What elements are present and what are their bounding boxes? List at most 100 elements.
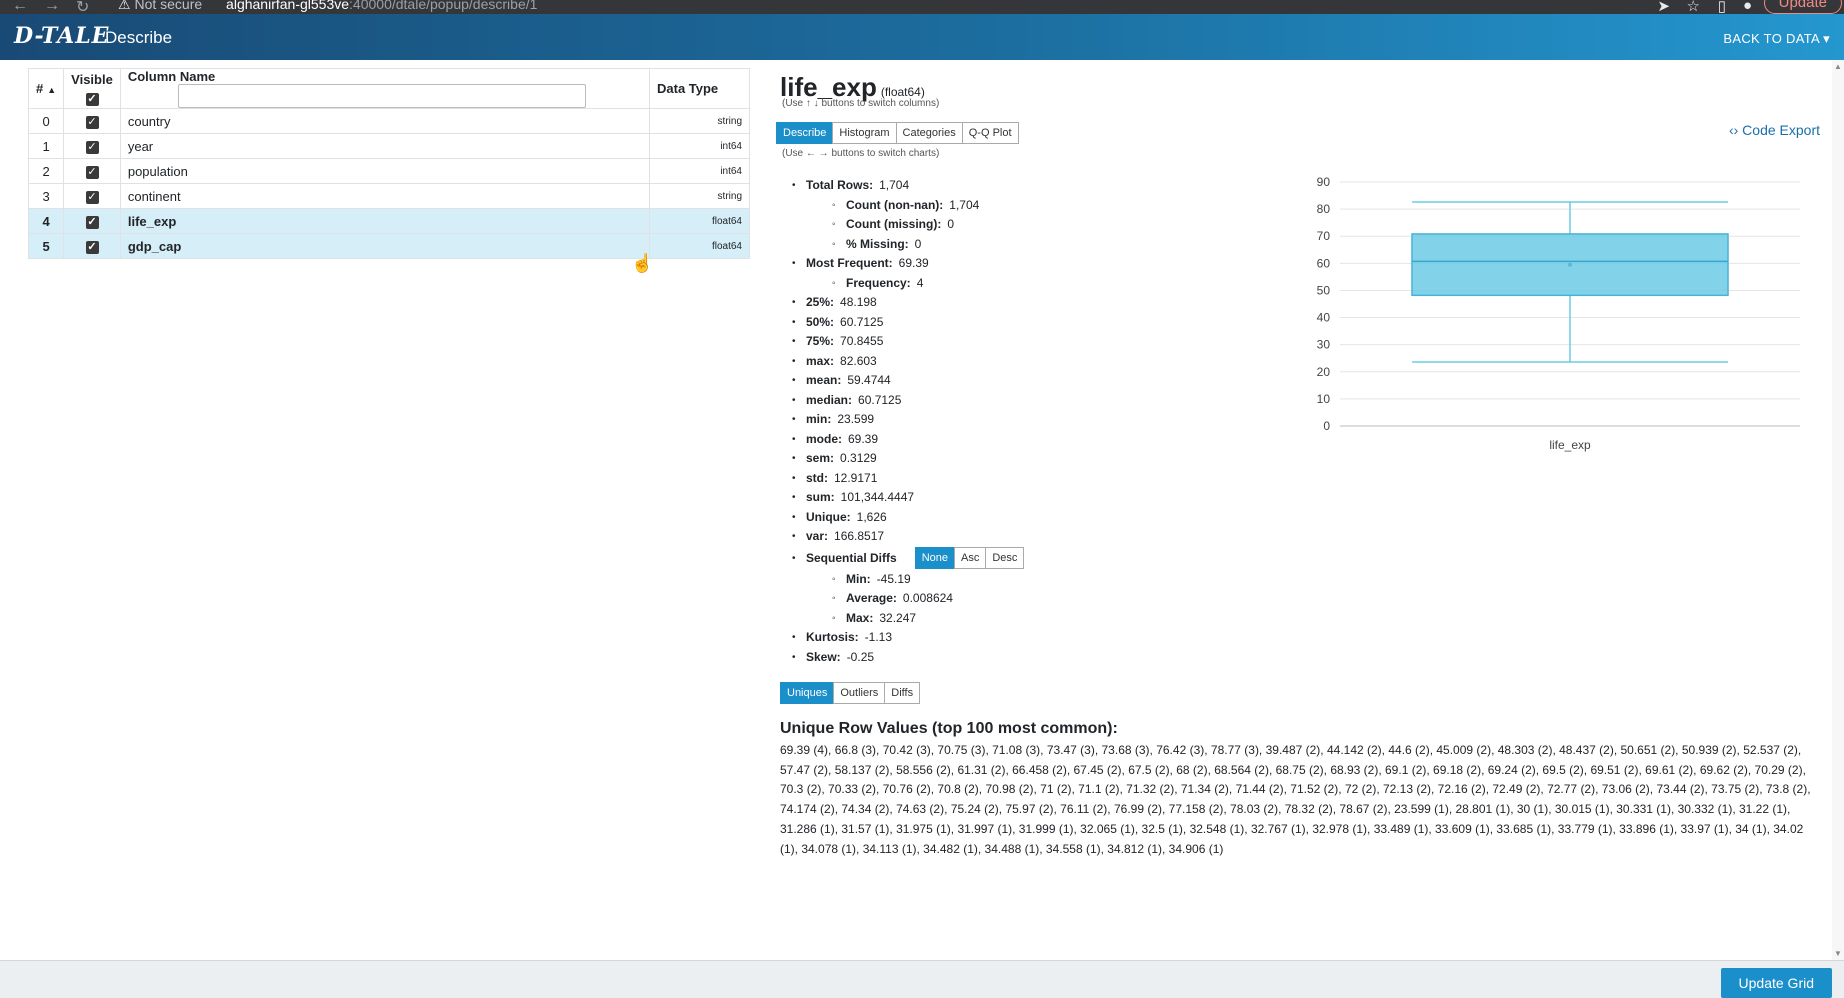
visible-all-checkbox[interactable]: ✓ [85,92,99,106]
visible-checkbox[interactable]: ✓ [85,216,99,229]
row-visible-cell: ✓ [63,108,121,134]
stat-value: 69.39 [898,256,929,270]
stat-label: Unique: [806,509,851,524]
avatar-icon[interactable]: ● [1743,0,1752,14]
stat-skew: Skew: -0.25 [792,648,1023,668]
stat-label: Skew: [806,649,841,664]
stat-value: 60.7125 [858,392,902,407]
y-tick-label: 60 [1317,256,1331,270]
column-row-selected[interactable]: 4 ✓ life_exp float64 [27,208,750,234]
unique-values-title: Unique Row Values (top 100 most common): [780,720,1118,737]
row-column-name[interactable]: country [119,108,651,134]
warning-icon: ⚠ [118,0,131,12]
stat-std: std: 12.9171 [792,469,1023,489]
stat-sum: sum: 101,344.4447 [792,488,1023,508]
visible-checkbox[interactable]: ✓ [85,116,99,129]
page-title: Describe [105,28,173,47]
hand-cursor-icon: ☝ [631,253,654,273]
visible-checkbox[interactable]: ✓ [85,241,99,254]
stat-seq-average: Average: 0.008624 [806,589,1023,609]
code-export-link[interactable]: ‹› Code Export [1729,122,1820,138]
row-column-name[interactable]: population [119,158,651,184]
page-scrollbar[interactable]: ▲ ▼ [1832,60,1844,960]
footer-bar: Update Grid [0,960,1844,998]
tab-describe[interactable]: Describe [776,122,834,144]
values-tabs: Uniques Outliers Diffs [780,682,921,704]
column-row[interactable]: 0 ✓ country string [27,108,750,134]
stat-value: -0.25 [846,649,875,664]
tab-diffs[interactable]: Diffs [884,682,921,704]
back-to-data-button[interactable]: BACK TO DATA ▾ [1723,31,1830,47]
seq-desc-button[interactable]: Desc [985,547,1025,570]
stat-p25: 25%: 48.198 [792,293,1023,313]
tab-uniques[interactable]: Uniques [780,682,835,704]
stat-value: 32.247 [879,610,917,625]
scroll-up-icon[interactable]: ▲ [1834,62,1842,71]
visible-checkbox[interactable]: ✓ [85,166,99,179]
stat-median: median: 60.7125 [792,391,1023,411]
scroll-down-icon[interactable]: ▼ [1834,949,1842,958]
row-column-name[interactable]: gdp_cap [119,233,651,259]
stat-value: -45.19 [876,571,911,586]
column-filter-input[interactable] [177,84,586,108]
columns-table: # ▲ Visible ✓ Column Name Data Type 0 ✓ co… [27,68,750,259]
tab-outliers[interactable]: Outliers [833,682,886,704]
back-arrow-icon[interactable]: ← [12,0,28,15]
y-tick-label: 0 [1323,419,1330,433]
box-plot-svg: 0 10 20 30 40 50 60 70 80 90 life_exp [1317,175,1800,452]
stat-value: 23.599 [837,412,875,426]
stat-most-frequent: Most Frequent: 69.39 [792,254,1023,274]
stat-label: Kurtosis: [806,630,859,644]
index-header[interactable]: # ▲ [27,68,65,109]
row-visible-cell: ✓ [63,158,121,184]
stat-label: min: [806,412,832,426]
switch-columns-hint: (Use ↑ ↓ buttons to switch columns) [782,98,940,109]
row-index: 4 [27,208,65,234]
address-bar[interactable]: ⚠ Not secure alghanirfan-gl553ve:40000/d… [118,0,537,13]
stat-label: mode: [806,431,842,446]
dtale-logo[interactable]: D-TALE [14,23,109,49]
stat-value: 0.008624 [902,591,953,605]
seq-asc-button[interactable]: Asc [953,547,987,570]
sidepanel-icon[interactable]: ▯ [1718,0,1726,15]
stat-label: 25%: [806,295,835,309]
y-tick-label: 50 [1317,283,1331,297]
stat-max: max: 82.603 [792,352,1023,372]
forward-arrow-icon[interactable]: → [44,0,60,15]
browser-update-button[interactable]: Update [1763,0,1842,14]
stat-label: std: [806,470,828,485]
stat-seq-diffs: Sequential Diffs NoneAscDesc [792,547,1025,570]
y-tick-label: 90 [1317,175,1331,189]
stat-value: 101,344.4447 [840,490,915,504]
stat-label: var: [806,529,829,543]
update-grid-button[interactable]: Update Grid [1720,968,1832,998]
stat-var: var: 166.8517 [792,527,1023,547]
column-row[interactable]: 2 ✓ population int64 [27,158,750,184]
tab-categories[interactable]: Categories [895,122,963,144]
stat-value: 0.3129 [840,451,877,465]
chart-tabs: Describe Histogram Categories Q-Q Plot [776,122,1019,144]
tab-histogram[interactable]: Histogram [832,122,897,144]
send-icon[interactable]: ➤ [1657,0,1670,15]
stat-kurtosis: Kurtosis: -1.13 [792,628,1023,648]
row-column-name[interactable]: year [119,133,651,159]
column-row[interactable]: 3 ✓ continent string [27,183,750,209]
seq-none-button[interactable]: None [914,547,955,570]
star-icon[interactable]: ☆ [1687,0,1700,15]
stat-value: 60.7125 [840,314,884,329]
stat-count-missing: Count (missing): 0 [806,215,1023,235]
stat-value: 0 [914,236,922,251]
column-row[interactable]: 1 ✓ year int64 [27,133,750,159]
row-column-name[interactable]: continent [119,183,651,209]
visible-checkbox[interactable]: ✓ [85,141,99,154]
row-index: 2 [27,158,65,184]
stat-label: Max: [846,610,874,625]
row-index: 0 [27,108,65,134]
tab-qq-plot[interactable]: Q-Q Plot [961,122,1019,144]
code-export-label: Code Export [1742,122,1820,138]
row-dtype: float64 [649,208,750,234]
row-column-name[interactable]: life_exp [119,208,651,234]
stat-value: 1,704 [949,197,980,212]
visible-checkbox[interactable]: ✓ [85,191,99,204]
index-header-label: # [36,81,44,96]
